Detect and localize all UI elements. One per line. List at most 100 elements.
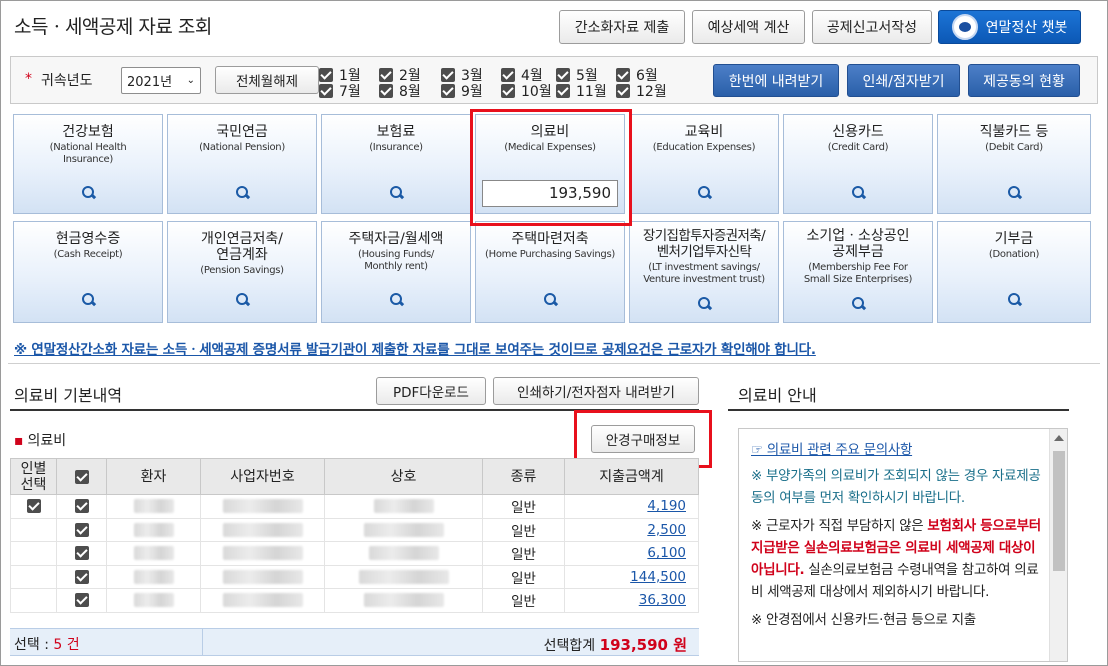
category-pension-savings[interactable]: 개인연금저축/ 연금계좌 (Pension Savings) xyxy=(167,221,317,323)
blurred-business-name xyxy=(363,593,444,608)
table-row: 일반 6,100 xyxy=(10,541,699,566)
estimated-tax-button[interactable]: 예상세액 계산 xyxy=(692,10,805,44)
checkbox-icon[interactable] xyxy=(556,68,570,82)
print-download-button[interactable]: 인쇄하기/전자점자 내려받기 xyxy=(493,377,699,405)
year-label: 귀속년도 xyxy=(41,73,93,89)
section-line xyxy=(728,409,1069,411)
blurred-business-number xyxy=(222,522,303,537)
month-9[interactable]: 9월 xyxy=(441,81,483,101)
blurred-business-number xyxy=(222,593,303,608)
scroll-thumb[interactable] xyxy=(1053,451,1065,571)
chatbot-label: 연말정산 챗봇 xyxy=(985,20,1068,36)
category-health-insurance[interactable]: 건강보험 (National Health Insurance) xyxy=(13,114,163,214)
type-cell: 일반 xyxy=(482,494,565,519)
print-braille-button[interactable]: 인쇄/점자받기 xyxy=(847,64,960,97)
table-footer: 선택 : 5 건 선택합계 193,590 원 xyxy=(10,628,699,656)
year-select[interactable]: 2021년 ⌄ xyxy=(121,67,201,94)
col-type: 종류 xyxy=(482,458,565,495)
blurred-business-name xyxy=(358,569,449,584)
deduction-form-button[interactable]: 공제신고서작성 xyxy=(812,10,932,44)
checkbox-icon[interactable] xyxy=(319,68,333,82)
amount-link[interactable]: 2,500 xyxy=(647,522,686,538)
checkbox-icon[interactable] xyxy=(74,593,89,608)
search-icon xyxy=(390,186,404,200)
amount-link[interactable]: 36,300 xyxy=(639,592,686,608)
month-11[interactable]: 11월 xyxy=(556,81,607,101)
checkbox-icon[interactable] xyxy=(616,68,630,82)
notice-text[interactable]: ※ 연말정산간소화 자료는 소득ㆍ세액공제 증명서류 발급기관이 제출한 자료를… xyxy=(14,338,816,358)
month-12[interactable]: 12월 xyxy=(616,81,667,101)
blurred-patient xyxy=(133,569,174,584)
blurred-patient xyxy=(133,522,174,537)
col-check-all[interactable] xyxy=(56,458,107,495)
guide-faq-link[interactable]: ☞ 의료비 관련 주요 문의사항 xyxy=(751,439,1041,461)
checkbox-icon[interactable] xyxy=(441,68,455,82)
checkbox-icon[interactable] xyxy=(74,499,89,514)
pdf-download-button[interactable]: PDF다운로드 xyxy=(376,377,486,405)
divider xyxy=(8,363,1100,364)
submit-simplified-data-button[interactable]: 간소화자료 제출 xyxy=(559,10,685,44)
col-patient: 환자 xyxy=(106,458,201,495)
checkbox-icon[interactable] xyxy=(379,84,393,98)
month-8[interactable]: 8월 xyxy=(379,81,421,101)
category-insurance[interactable]: 보험료 (Insurance) xyxy=(321,114,471,214)
amount-link[interactable]: 144,500 xyxy=(630,569,686,585)
required-star-icon: * xyxy=(25,71,32,87)
checkbox-icon[interactable] xyxy=(501,84,515,98)
search-icon xyxy=(698,297,712,311)
search-icon xyxy=(698,186,712,200)
category-home-purchasing-savings[interactable]: 주택마련저축 (Home Purchasing Savings) xyxy=(475,221,625,323)
type-cell: 일반 xyxy=(482,541,565,566)
checkbox-icon[interactable] xyxy=(74,546,89,561)
col-business-number: 사업자번호 xyxy=(200,458,325,495)
checkbox-icon[interactable] xyxy=(74,522,89,537)
guide-panel: ☞ 의료비 관련 주요 문의사항 ※ 부양가족의 의료비가 조회되지 않는 경우… xyxy=(738,428,1068,662)
footer-divider xyxy=(202,629,203,655)
medical-table: 인별 선택 환자 사업자번호 상호 종류 지출금액계 일반 4,190 일반 2… xyxy=(10,458,699,613)
search-icon xyxy=(236,186,250,200)
month-10[interactable]: 10월 xyxy=(501,81,552,101)
checkbox-icon[interactable] xyxy=(501,68,515,82)
checkbox-icon[interactable] xyxy=(319,84,333,98)
guide-content: ☞ 의료비 관련 주요 문의사항 ※ 부양가족의 의료비가 조회되지 않는 경우… xyxy=(751,439,1041,631)
category-national-pension[interactable]: 국민연금 (National Pension) xyxy=(167,114,317,214)
guide-paragraph-1: ※ 부양가족의 의료비가 조회되지 않는 경우 자료제공동의 여부를 먼저 확인… xyxy=(751,468,1041,506)
guide-scrollbar[interactable] xyxy=(1049,429,1067,661)
type-cell: 일반 xyxy=(482,565,565,589)
category-education[interactable]: 교육비 (Education Expenses) xyxy=(629,114,779,214)
category-small-business-fund[interactable]: 소기업ㆍ소상공인 공제부금 (Membership Fee For Small … xyxy=(783,221,933,323)
category-cash-receipt[interactable]: 현금영수증 (Cash Receipt) xyxy=(13,221,163,323)
checkbox-icon[interactable] xyxy=(379,68,393,82)
download-all-button[interactable]: 한번에 내려받기 xyxy=(713,64,839,97)
checkbox-icon[interactable] xyxy=(556,84,570,98)
clear-all-months-button[interactable]: 전체월해제 xyxy=(215,66,319,94)
col-person-select: 인별 선택 xyxy=(10,458,57,495)
category-lt-investment[interactable]: 장기집합투자증권저축/ 벤처기업투자신탁 (LT investment savi… xyxy=(629,221,779,323)
month-7[interactable]: 7월 xyxy=(319,81,361,101)
search-icon xyxy=(852,297,866,311)
amount-link[interactable]: 6,100 xyxy=(647,545,686,561)
search-icon xyxy=(236,293,250,307)
blurred-business-number xyxy=(222,569,303,584)
category-debit-card[interactable]: 직불카드 등 (Debit Card) xyxy=(937,114,1091,214)
guide-paragraph-3: ※ 안경점에서 신용카드·현금 등으로 지출 xyxy=(751,612,976,628)
search-icon xyxy=(544,293,558,307)
checkbox-icon[interactable] xyxy=(616,84,630,98)
table-row: 일반 4,190 xyxy=(10,494,699,519)
category-donation[interactable]: 기부금 (Donation) xyxy=(937,221,1091,323)
chatbot-button[interactable]: 연말정산 챗봇 xyxy=(938,10,1081,44)
checkbox-icon[interactable] xyxy=(74,469,89,484)
highlight-medical-category xyxy=(470,109,632,226)
table-row: 일반 36,300 xyxy=(10,588,699,613)
blurred-business-name xyxy=(368,546,439,561)
checkbox-icon[interactable] xyxy=(74,569,89,584)
category-housing-funds[interactable]: 주택자금/월세액 (Housing Funds/ Monthly rent) xyxy=(321,221,471,323)
checkbox-icon[interactable] xyxy=(441,84,455,98)
year-value: 2021년 xyxy=(127,75,173,90)
consent-status-button[interactable]: 제공동의 현황 xyxy=(968,64,1080,97)
scroll-up-icon[interactable] xyxy=(1054,435,1064,441)
amount-link[interactable]: 4,190 xyxy=(647,498,686,514)
guide-paragraph-2: ※ 근로자가 직접 부담하지 않은 보험회사 등으로부터 지급받은 실손의료보험… xyxy=(751,518,1041,600)
checkbox-icon[interactable] xyxy=(26,499,41,514)
category-credit-card[interactable]: 신용카드 (Credit Card) xyxy=(783,114,933,214)
